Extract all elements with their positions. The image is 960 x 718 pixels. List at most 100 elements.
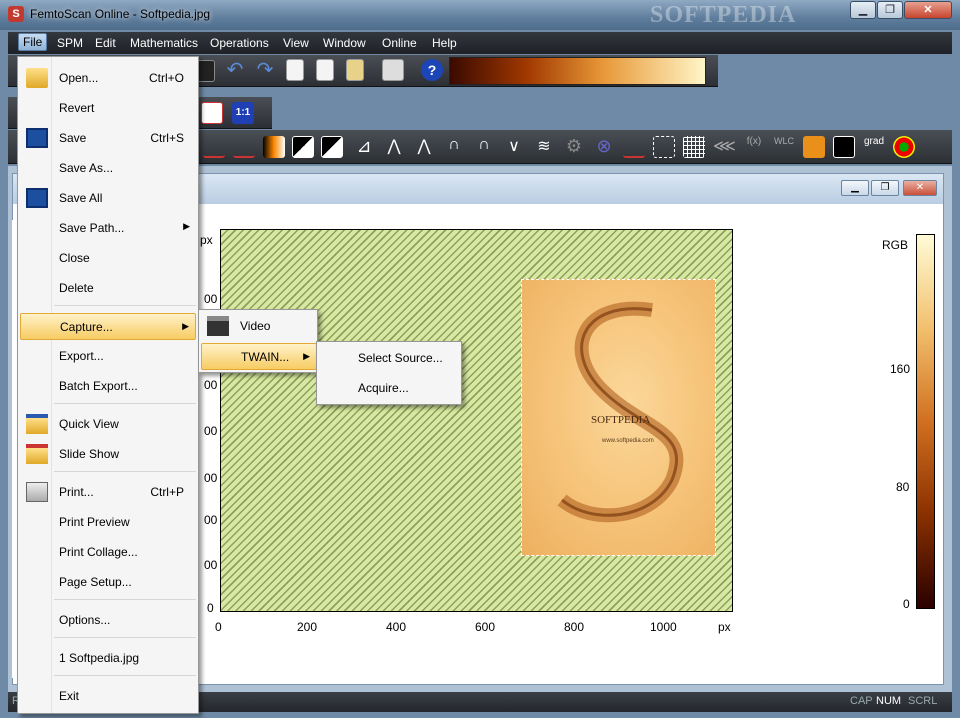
contrast-icon[interactable] <box>263 136 285 158</box>
copy-icon[interactable] <box>286 59 304 81</box>
menu-acquire-label: Acquire... <box>358 381 409 395</box>
close-button[interactable]: ✕ <box>904 1 952 19</box>
maximize-button[interactable]: ❐ <box>877 1 903 19</box>
menu-help[interactable]: Help <box>428 35 461 51</box>
menu-separator <box>54 305 196 306</box>
menu-save-as[interactable]: Save As... <box>20 156 196 180</box>
gear-icon[interactable]: ⚙ <box>563 136 585 158</box>
menu-select-source-label: Select Source... <box>358 351 443 365</box>
fft-icon[interactable]: ⊗ <box>593 136 615 158</box>
valley-icon[interactable]: ∨ <box>503 136 525 158</box>
menu-print[interactable]: Print... Ctrl+P <box>20 480 196 504</box>
colorbar-tick: 0 <box>903 597 910 611</box>
level-xy-icon[interactable] <box>233 136 255 158</box>
menu-twain[interactable]: TWAIN... ▶ <box>201 343 317 370</box>
menu-print-label: Print... <box>59 485 94 499</box>
menu-online[interactable]: Online <box>378 35 421 51</box>
submenu-arrow-icon: ▶ <box>182 321 189 331</box>
zoom-fit-icon[interactable] <box>201 102 223 124</box>
menu-operations[interactable]: Operations <box>206 35 273 51</box>
menu-file[interactable]: File <box>18 33 48 51</box>
child-close-button[interactable]: ✕ <box>903 180 937 196</box>
bars-icon[interactable] <box>623 136 645 158</box>
menu-view[interactable]: View <box>279 35 313 51</box>
map-icon[interactable] <box>803 136 825 158</box>
menu-revert[interactable]: Revert <box>20 96 196 120</box>
menu-video-label: Video <box>240 319 271 333</box>
menu-slide-show-label: Slide Show <box>59 447 120 461</box>
profile-peak-icon[interactable]: ⋀ <box>413 136 435 158</box>
menu-quick-view[interactable]: Quick View <box>20 412 196 436</box>
menu-options[interactable]: Options... <box>20 608 196 632</box>
menu-save[interactable]: Save Ctrl+S <box>20 126 196 150</box>
grid-icon[interactable] <box>683 136 705 158</box>
cap-indicator: CAP <box>850 695 873 707</box>
image-content[interactable]: SOFTPEDIA www.softpedia.com <box>521 279 716 556</box>
menu-twain-label: TWAIN... <box>241 350 290 364</box>
profile-icon[interactable]: ⋀ <box>383 136 405 158</box>
menu-edit[interactable]: Edit <box>91 35 120 51</box>
x-tick: 200 <box>297 620 318 634</box>
y-tick: 00 <box>204 471 218 485</box>
menu-exit[interactable]: Exit <box>20 684 196 708</box>
gradient-tool-icon[interactable]: grad <box>863 136 885 158</box>
child-maximize-button[interactable]: ❐ <box>871 180 899 196</box>
function-icon[interactable]: f(x) <box>743 136 765 158</box>
child-minimize-button[interactable]: ▁ <box>841 180 869 196</box>
undo-icon[interactable]: ↶ <box>224 60 246 82</box>
menu-save-shortcut: Ctrl+S <box>150 131 184 145</box>
threshold-icon[interactable]: ≋ <box>533 136 555 158</box>
wlc-icon[interactable]: WLC <box>773 136 795 158</box>
menu-recent-file[interactable]: 1 Softpedia.jpg <box>20 646 196 670</box>
colorbar-label: RGB <box>882 238 909 252</box>
help-icon[interactable]: ? <box>421 59 443 81</box>
menu-open[interactable]: Open... Ctrl+O <box>20 66 196 90</box>
menu-acquire[interactable]: Acquire... <box>319 376 461 400</box>
level-tool-icon[interactable] <box>203 136 225 158</box>
menu-batch-export[interactable]: Batch Export... <box>20 374 196 398</box>
colorbar <box>916 234 935 609</box>
arc-width-icon[interactable]: ∩ <box>473 136 495 158</box>
invert-region-icon[interactable] <box>321 136 343 158</box>
y-tick: 00 <box>204 424 218 438</box>
colorbar-tick: 80 <box>896 480 910 494</box>
menu-save-path-label: Save Path... <box>59 221 125 235</box>
menu-window[interactable]: Window <box>319 35 370 51</box>
x-tick: 1000 <box>650 620 677 634</box>
minimize-button[interactable]: ▁ <box>850 1 876 19</box>
arc-icon[interactable]: ∩ <box>443 136 465 158</box>
menu-save-path[interactable]: Save Path... ▶ <box>20 216 196 240</box>
menu-mathematics[interactable]: Mathematics <box>126 35 202 51</box>
menu-delete[interactable]: Delete <box>20 276 196 300</box>
angle-icon[interactable]: ⊿ <box>353 136 375 158</box>
menu-close[interactable]: Close <box>20 246 196 270</box>
histogram-icon[interactable] <box>653 136 675 158</box>
colormap-gradient[interactable] <box>449 57 706 85</box>
menu-print-preview[interactable]: Print Preview <box>20 510 196 534</box>
window-title: FemtoScan Online - Softpedia.jpg <box>30 7 211 21</box>
spread-icon[interactable]: ⋘ <box>713 136 736 158</box>
invert-icon[interactable] <box>292 136 314 158</box>
y-tick: 00 <box>204 378 218 392</box>
menu-capture[interactable]: Capture... ▶ <box>20 313 196 340</box>
redo-icon[interactable]: ↷ <box>254 60 276 82</box>
menu-save-all[interactable]: Save All <box>20 186 196 210</box>
menu-revert-label: Revert <box>59 101 95 115</box>
color-wheel-icon[interactable] <box>893 136 915 158</box>
menu-export[interactable]: Export... <box>20 344 196 368</box>
copy-multi-icon[interactable] <box>316 59 334 81</box>
menu-print-collage[interactable]: Print Collage... <box>20 540 196 564</box>
y-tick: 00 <box>204 292 218 306</box>
menu-spm[interactable]: SPM <box>53 35 87 51</box>
menu-select-source[interactable]: Select Source... <box>319 346 461 370</box>
menu-video[interactable]: Video <box>201 314 317 338</box>
menu-save-as-label: Save As... <box>59 161 114 175</box>
menu-separator <box>54 403 196 404</box>
printer-icon[interactable] <box>382 59 404 81</box>
menu-page-setup[interactable]: Page Setup... <box>20 570 196 594</box>
zoom-1-1-icon[interactable]: 1:1 <box>232 102 254 124</box>
menu-slide-show[interactable]: Slide Show <box>20 442 196 466</box>
circle-icon[interactable] <box>833 136 855 158</box>
menu-save-all-label: Save All <box>59 191 103 205</box>
paste-icon[interactable] <box>346 59 364 81</box>
